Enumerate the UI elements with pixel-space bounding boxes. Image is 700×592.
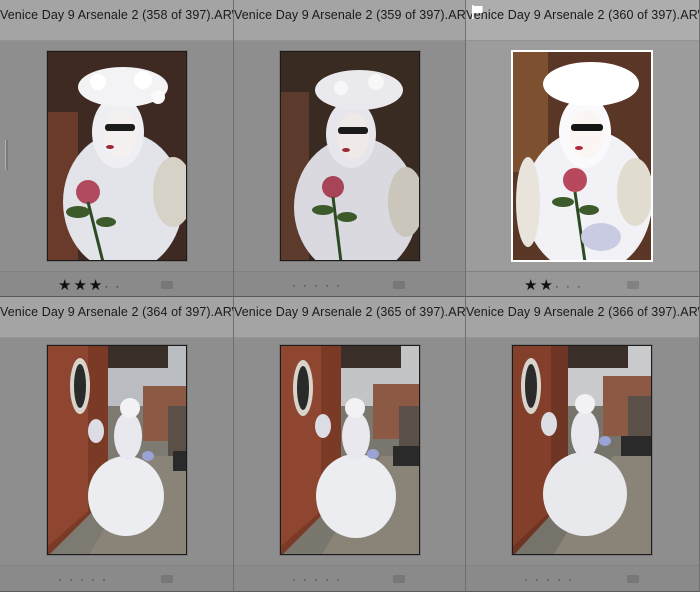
- thumbnail[interactable]: [512, 345, 652, 555]
- thumbnail[interactable]: [280, 345, 420, 555]
- star-rating[interactable]: ★★★··: [58, 276, 126, 294]
- unrated-dot-icon[interactable]: ·: [115, 279, 126, 293]
- star-rating[interactable]: ·····: [292, 570, 347, 587]
- badge-icon[interactable]: [393, 281, 405, 289]
- resize-grip-icon: [5, 140, 8, 170]
- unrated-dot-icon[interactable]: ·: [303, 572, 314, 586]
- unrated-dot-icon[interactable]: ·: [546, 572, 557, 586]
- thumbnail-image: [281, 52, 419, 260]
- star-icon[interactable]: ★: [58, 277, 73, 294]
- grid-cell-360[interactable]: Venice Day 9 Arsenale 2 (360 of 397).ARW: [466, 0, 700, 297]
- star-rating[interactable]: ·····: [524, 570, 579, 587]
- cell-footer: ·····: [234, 565, 465, 591]
- filmstrip-grid: Venice Day 9 Arsenale 2 (358 of 397).ARW: [0, 0, 700, 592]
- unrated-dot-icon[interactable]: ·: [58, 572, 69, 586]
- star-icon[interactable]: ★: [89, 277, 104, 294]
- unrated-dot-icon[interactable]: ·: [104, 279, 115, 293]
- grid-cell-365[interactable]: Venice Day 9 Arsenale 2 (365 of 397).ARW: [234, 297, 466, 592]
- cell-title: Venice Day 9 Arsenale 2 (364 of 397).ARW: [0, 297, 233, 338]
- cell-title: Venice Day 9 Arsenale 2 (358 of 397).ARW: [0, 0, 233, 41]
- flag-icon[interactable]: [472, 5, 484, 19]
- star-icon[interactable]: ★: [539, 277, 554, 294]
- grid-cell-364[interactable]: Venice Day 9 Arsenale 2 (364 of 397).ARW: [0, 297, 234, 592]
- thumbnail-image: [48, 346, 186, 554]
- cell-footer: ★★···: [466, 271, 699, 296]
- thumbnail-image: [513, 52, 651, 260]
- unrated-dot-icon[interactable]: ·: [325, 572, 336, 586]
- unrated-dot-icon[interactable]: ·: [292, 278, 303, 292]
- unrated-dot-icon[interactable]: ·: [524, 572, 535, 586]
- cell-title: Venice Day 9 Arsenale 2 (360 of 397).ARW: [466, 0, 699, 41]
- star-icon[interactable]: ★: [73, 277, 88, 294]
- badge-icon[interactable]: [627, 281, 639, 289]
- badge-icon[interactable]: [161, 281, 173, 289]
- cell-footer: ·····: [466, 565, 699, 591]
- unrated-dot-icon[interactable]: ·: [69, 572, 80, 586]
- thumbnail-image: [513, 346, 651, 554]
- unrated-dot-icon[interactable]: ·: [314, 572, 325, 586]
- unrated-dot-icon[interactable]: ·: [557, 572, 568, 586]
- unrated-dot-icon[interactable]: ·: [555, 279, 566, 293]
- unrated-dot-icon[interactable]: ·: [91, 572, 102, 586]
- cell-footer: ·····: [234, 271, 465, 296]
- unrated-dot-icon[interactable]: ·: [566, 279, 577, 293]
- thumbnail[interactable]: [280, 51, 420, 261]
- cell-title: Venice Day 9 Arsenale 2 (365 of 397).ARW: [234, 297, 465, 338]
- thumbnail[interactable]: [47, 345, 187, 555]
- star-rating[interactable]: ·····: [58, 570, 113, 587]
- badge-icon[interactable]: [627, 575, 639, 583]
- badge-icon[interactable]: [161, 575, 173, 583]
- unrated-dot-icon[interactable]: ·: [314, 278, 325, 292]
- grid-cell-359[interactable]: Venice Day 9 Arsenale 2 (359 of 397).ARW: [234, 0, 466, 297]
- unrated-dot-icon[interactable]: ·: [325, 278, 336, 292]
- thumbnail[interactable]: [47, 51, 187, 261]
- unrated-dot-icon[interactable]: ·: [577, 279, 588, 293]
- cell-title: Venice Day 9 Arsenale 2 (359 of 397).ARW: [234, 0, 465, 41]
- star-rating[interactable]: ★★···: [524, 276, 588, 294]
- cell-footer: ·····: [0, 565, 233, 591]
- unrated-dot-icon[interactable]: ·: [535, 572, 546, 586]
- cell-title: Venice Day 9 Arsenale 2 (366 of 397).ARW: [466, 297, 699, 338]
- unrated-dot-icon[interactable]: ·: [292, 572, 303, 586]
- star-icon[interactable]: ★: [524, 277, 539, 294]
- grid-cell-358[interactable]: Venice Day 9 Arsenale 2 (358 of 397).ARW: [0, 0, 234, 297]
- thumbnail-image: [48, 52, 186, 260]
- grid-cell-366[interactable]: Venice Day 9 Arsenale 2 (366 of 397).ARW: [466, 297, 700, 592]
- badge-icon[interactable]: [393, 575, 405, 583]
- unrated-dot-icon[interactable]: ·: [336, 572, 347, 586]
- thumbnail[interactable]: [512, 51, 652, 261]
- unrated-dot-icon[interactable]: ·: [303, 278, 314, 292]
- star-rating[interactable]: ·····: [292, 276, 347, 293]
- cell-footer: ★★★··: [0, 271, 233, 296]
- unrated-dot-icon[interactable]: ·: [336, 278, 347, 292]
- thumbnail-image: [281, 346, 419, 554]
- unrated-dot-icon[interactable]: ·: [102, 572, 113, 586]
- unrated-dot-icon[interactable]: ·: [568, 572, 579, 586]
- unrated-dot-icon[interactable]: ·: [80, 572, 91, 586]
